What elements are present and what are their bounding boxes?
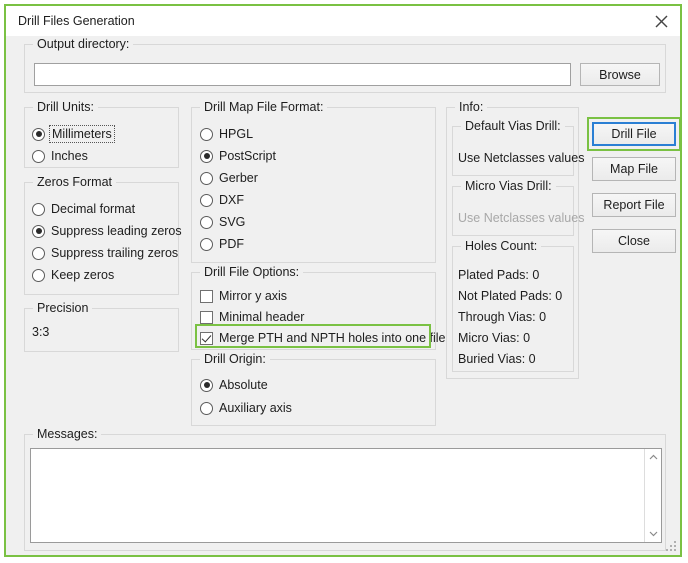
chevron-down-icon[interactable] (645, 525, 662, 542)
info-legend: Info: (455, 100, 488, 114)
micro-vias-drill-value: Use Netclasses values (458, 211, 585, 225)
holes-count-row: Buried Vias: 0 (458, 352, 536, 366)
holes-count-row: Plated Pads: 0 (458, 268, 540, 282)
drill-file-button[interactable]: Drill File (592, 122, 676, 146)
precision-value: 3:3 (32, 325, 50, 339)
radio-label: Auxiliary axis (219, 401, 292, 415)
radio-label: PDF (219, 237, 244, 251)
messages-legend: Messages: (33, 427, 102, 441)
radio-map-format-gerber[interactable]: Gerber (200, 169, 258, 187)
radio-indicator (200, 127, 213, 141)
radio-label: Millimeters (49, 125, 115, 143)
report-file-button[interactable]: Report File (592, 193, 676, 217)
checkbox-label: Mirror y axis (219, 289, 288, 303)
radio-drill-units-inches[interactable]: Inches (32, 147, 88, 165)
radio-indicator (32, 149, 45, 163)
messages-textarea[interactable] (30, 448, 662, 543)
radio-indicator (32, 127, 45, 141)
default-vias-drill-legend: Default Vias Drill: (461, 119, 565, 133)
radio-indicator (32, 246, 45, 260)
radio-indicator (200, 149, 213, 163)
chevron-up-icon[interactable] (645, 449, 662, 466)
precision-legend: Precision (33, 301, 93, 315)
drill-origin-legend: Drill Origin: (200, 352, 270, 366)
radio-indicator (32, 202, 45, 216)
dialog-body: Output directory: Browse Drill Units: Mi… (6, 36, 681, 555)
drill-files-generation-dialog: Drill Files Generation Output directory:… (4, 4, 682, 557)
drill-file-options-legend: Drill File Options: (200, 265, 304, 279)
radio-map-format-postscript[interactable]: PostScript (200, 147, 276, 165)
messages-scrollbar[interactable] (644, 449, 661, 542)
radio-label: SVG (219, 215, 246, 229)
radio-map-format-dxf[interactable]: DXF (200, 191, 244, 209)
resize-grip[interactable] (665, 540, 677, 552)
radio-label: HPGL (219, 127, 254, 141)
zeros-format-legend: Zeros Format (33, 175, 117, 189)
radio-label: Decimal format (51, 202, 136, 216)
output-directory-legend: Output directory: (33, 37, 134, 51)
radio-label: Gerber (219, 171, 258, 185)
checkbox-indicator (200, 331, 213, 345)
radio-map-format-hpgl[interactable]: HPGL (200, 125, 253, 143)
radio-indicator (200, 193, 213, 207)
radio-indicator (32, 224, 45, 238)
radio-indicator (32, 268, 45, 282)
checkbox-mirror-y-axis[interactable]: Mirror y axis (200, 287, 287, 305)
browse-button[interactable]: Browse (580, 63, 660, 86)
checkbox-label: Merge PTH and NPTH holes into one file (219, 331, 446, 345)
radio-label: Absolute (219, 378, 268, 392)
checkbox-indicator (200, 289, 213, 303)
radio-indicator (200, 378, 213, 392)
radio-map-format-svg[interactable]: SVG (200, 213, 245, 231)
radio-origin-auxiliary-axis[interactable]: Auxiliary axis (200, 399, 292, 417)
radio-zeros-decimal-format[interactable]: Decimal format (32, 200, 135, 218)
holes-count-row: Micro Vias: 0 (458, 331, 531, 345)
default-vias-drill-value: Use Netclasses values (458, 151, 585, 165)
radio-label: Keep zeros (51, 268, 115, 282)
radio-indicator (200, 237, 213, 251)
radio-zeros-suppress-trailing[interactable]: Suppress trailing zeros (32, 244, 178, 262)
radio-label: PostScript (219, 149, 276, 163)
map-file-button[interactable]: Map File (592, 157, 676, 181)
radio-label: Suppress leading zeros (51, 224, 182, 238)
holes-count-legend: Holes Count: (461, 239, 542, 253)
close-icon[interactable] (648, 10, 674, 32)
drill-map-file-format-legend: Drill Map File Format: (200, 100, 328, 114)
radio-indicator (200, 401, 213, 415)
radio-zeros-keep-zeros[interactable]: Keep zeros (32, 266, 114, 284)
radio-label: Inches (51, 149, 88, 163)
window-title: Drill Files Generation (18, 14, 135, 28)
title-bar: Drill Files Generation (6, 6, 680, 36)
checkbox-minimal-header[interactable]: Minimal header (200, 308, 304, 326)
radio-indicator (200, 171, 213, 185)
radio-map-format-pdf[interactable]: PDF (200, 235, 244, 253)
micro-vias-drill-legend: Micro Vias Drill: (461, 179, 556, 193)
radio-label: Suppress trailing zeros (51, 246, 179, 260)
holes-count-row: Not Plated Pads: 0 (458, 289, 563, 303)
radio-origin-absolute[interactable]: Absolute (200, 376, 268, 394)
checkbox-merge-pth-npth[interactable]: Merge PTH and NPTH holes into one file (200, 329, 446, 347)
output-directory-input[interactable] (34, 63, 571, 86)
drill-units-legend: Drill Units: (33, 100, 98, 114)
radio-drill-units-millimeters[interactable]: Millimeters (32, 125, 115, 143)
radio-indicator (200, 215, 213, 229)
checkbox-label: Minimal header (219, 310, 305, 324)
checkbox-indicator (200, 310, 213, 324)
radio-zeros-suppress-leading[interactable]: Suppress leading zeros (32, 222, 182, 240)
holes-count-row: Through Vias: 0 (458, 310, 547, 324)
radio-label: DXF (219, 193, 244, 207)
close-button[interactable]: Close (592, 229, 676, 253)
